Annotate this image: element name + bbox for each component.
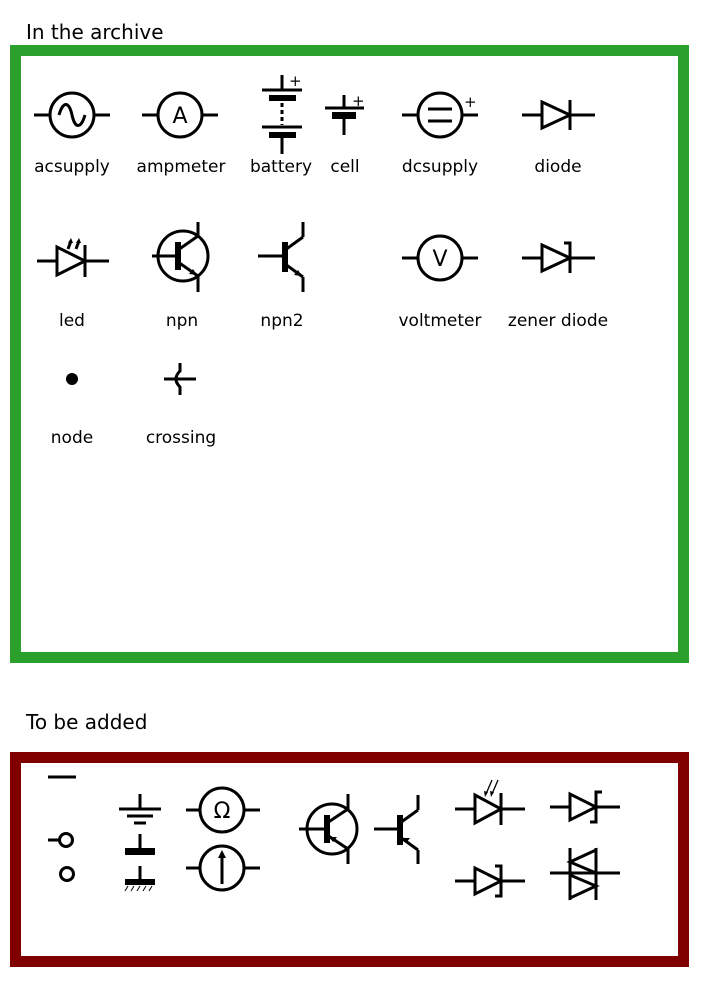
zener-diode-alt-icon bbox=[455, 864, 525, 898]
npn2-icon bbox=[258, 222, 305, 292]
symbol-label: zener diode bbox=[507, 311, 609, 331]
symbol-label: npn2 bbox=[260, 311, 304, 331]
voltmeter-icon: V bbox=[402, 234, 478, 282]
zener-diode-icon bbox=[522, 241, 595, 274]
crossing-icon bbox=[164, 363, 196, 395]
terminal-open-icon bbox=[59, 866, 75, 882]
schottky-diode-icon bbox=[550, 790, 620, 824]
chassis-ground-icon bbox=[124, 866, 155, 892]
led-icon bbox=[37, 238, 109, 278]
acsupply-icon bbox=[34, 91, 110, 139]
symbol-label: crossing bbox=[145, 428, 217, 448]
pnp-icon bbox=[374, 795, 420, 864]
svg-text:Ω: Ω bbox=[214, 799, 231, 824]
diode-icon bbox=[522, 99, 595, 131]
symbol-label: led bbox=[59, 311, 85, 331]
svg-text:V: V bbox=[432, 247, 447, 272]
pnp-circled-icon bbox=[299, 794, 359, 864]
current-source-icon bbox=[186, 844, 260, 892]
svg-text:+: + bbox=[289, 72, 302, 90]
svg-text:+: + bbox=[352, 92, 365, 110]
cell-icon: + bbox=[325, 92, 365, 135]
symbol-label: node bbox=[50, 428, 94, 448]
dcsupply-icon: + bbox=[402, 91, 478, 139]
diac-icon bbox=[550, 847, 620, 901]
symbol-label: diode bbox=[534, 157, 582, 177]
wire-segment-icon bbox=[48, 775, 76, 779]
npn-icon bbox=[152, 222, 210, 292]
svg-text:+: + bbox=[464, 93, 477, 111]
symbol-label: dcsupply bbox=[401, 157, 479, 177]
svg-text:A: A bbox=[172, 104, 187, 129]
archive-heading: In the archive bbox=[26, 20, 164, 44]
signal-ground-icon bbox=[125, 834, 155, 855]
earth-ground-icon bbox=[119, 794, 161, 825]
ohmmeter-icon: Ω bbox=[186, 786, 260, 834]
photodiode-icon bbox=[455, 779, 525, 826]
node-icon bbox=[66, 373, 78, 385]
ampmeter-icon: A bbox=[142, 91, 218, 139]
symbol-label: voltmeter bbox=[398, 311, 482, 331]
battery-icon: + bbox=[262, 72, 302, 154]
terminal-with-lead-icon bbox=[48, 832, 74, 848]
symbol-label: acsupply bbox=[34, 157, 110, 177]
to-be-added-heading: To be added bbox=[26, 710, 148, 734]
